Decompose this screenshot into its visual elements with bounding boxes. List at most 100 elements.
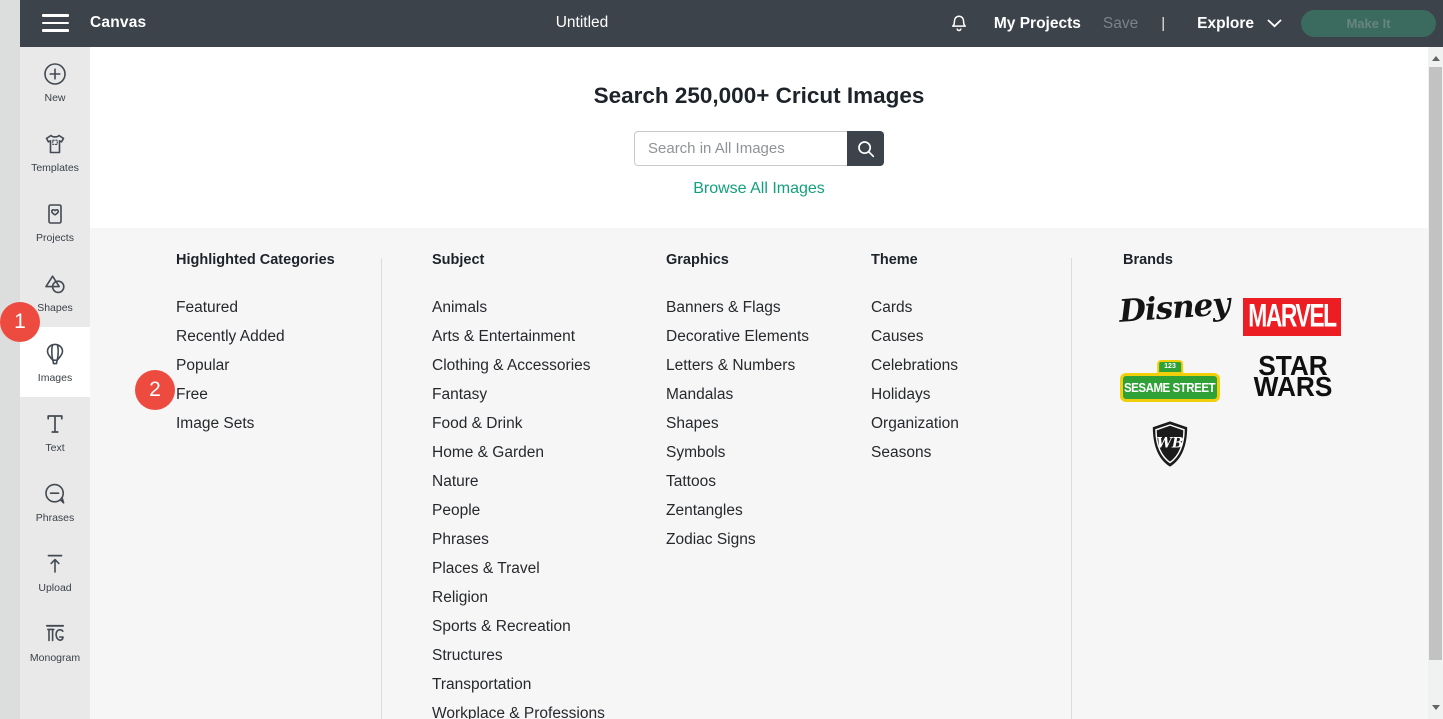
category-link-cards[interactable]: Cards (871, 293, 959, 322)
category-link-celebrations[interactable]: Celebrations (871, 351, 959, 380)
category-link-phrases[interactable]: Phrases (432, 525, 605, 554)
brand-warner-bros-logo[interactable]: WB (1151, 420, 1189, 473)
sidebar-item-label: Images (38, 372, 72, 384)
hot-air-balloon-icon (42, 341, 68, 367)
category-link-banners-flags[interactable]: Banners & Flags (666, 293, 809, 322)
sidebar-item-label: Monogram (30, 652, 80, 664)
brand-disney-logo[interactable]: Disney (1118, 286, 1231, 330)
search-input[interactable] (634, 131, 847, 166)
category-link-nature[interactable]: Nature (432, 467, 605, 496)
wb-monogram: WB (1157, 436, 1184, 452)
top-bar: Canvas Untitled My Projects Save | Explo… (20, 0, 1443, 47)
category-column-highlighted-categories: Highlighted Categories FeaturedRecently A… (176, 252, 335, 438)
category-link-recently-added[interactable]: Recently Added (176, 322, 335, 351)
category-link-home-garden[interactable]: Home & Garden (432, 438, 605, 467)
topbar-divider: | (1161, 15, 1165, 32)
make-it-button[interactable]: Make It (1301, 10, 1436, 37)
category-link-sports-recreation[interactable]: Sports & Recreation (432, 612, 605, 641)
category-column-theme: Theme CardsCausesCelebrationsHolidaysOrga… (871, 252, 959, 467)
scroll-down-arrow[interactable] (1432, 705, 1440, 710)
project-card-icon (42, 201, 68, 227)
category-link-places-travel[interactable]: Places & Travel (432, 554, 605, 583)
scroll-up-arrow[interactable] (1432, 56, 1440, 61)
search-button[interactable] (847, 131, 884, 166)
tshirt-icon (42, 131, 68, 157)
categories-panel: Highlighted Categories FeaturedRecently A… (90, 228, 1428, 719)
brand-sesame-street-logo[interactable]: 123 SESAME STREET (1120, 360, 1220, 402)
category-link-zentangles[interactable]: Zentangles (666, 496, 809, 525)
category-column-subject: Subject AnimalsArts & EntertainmentClothi… (432, 252, 605, 719)
browse-all-images-link[interactable]: Browse All Images (90, 180, 1428, 198)
category-link-mandalas[interactable]: Mandalas (666, 380, 809, 409)
sidebar-item-phrases[interactable]: Phrases (20, 467, 90, 537)
sidebar-item-upload[interactable]: Upload (20, 537, 90, 607)
sidebar-item-projects[interactable]: Projects (20, 187, 90, 257)
canvas-label: Canvas (90, 14, 146, 32)
category-link-image-sets[interactable]: Image Sets (176, 409, 335, 438)
notifications-bell-icon[interactable] (948, 13, 970, 35)
sidebar-item-label: New (44, 92, 65, 104)
category-link-seasons[interactable]: Seasons (871, 438, 959, 467)
category-link-transportation[interactable]: Transportation (432, 670, 605, 699)
upload-icon (42, 551, 68, 577)
sesame-topper: 123 (1157, 360, 1183, 374)
category-link-fantasy[interactable]: Fantasy (432, 380, 605, 409)
category-link-letters-numbers[interactable]: Letters & Numbers (666, 351, 809, 380)
annotation-step-1-badge: 1 (0, 302, 40, 342)
category-link-structures[interactable]: Structures (432, 641, 605, 670)
brand-marvel-logo[interactable]: MARVEL (1243, 298, 1341, 336)
brands-column: Brands Disney MARVEL 123 SESAME STREET S… (1123, 252, 1423, 293)
sidebar-item-label: Text (45, 442, 64, 454)
category-column-header: Graphics (666, 252, 809, 269)
search-icon (857, 140, 875, 158)
sidebar-item-text[interactable]: Text (20, 397, 90, 467)
chevron-down-icon (1267, 19, 1282, 28)
category-link-zodiac-signs[interactable]: Zodiac Signs (666, 525, 809, 554)
annotation-step-2-badge: 2 (135, 370, 175, 410)
category-link-featured[interactable]: Featured (176, 293, 335, 322)
vertical-scrollbar (1428, 47, 1443, 719)
marvel-wordmark: MARVEL (1248, 298, 1335, 336)
sidebar-item-label: Shapes (37, 302, 73, 314)
category-link-decorative-elements[interactable]: Decorative Elements (666, 322, 809, 351)
sidebar-item-label: Phrases (36, 512, 75, 524)
category-link-shapes[interactable]: Shapes (666, 409, 809, 438)
category-column-header: Subject (432, 252, 605, 269)
explore-label: Explore (1197, 15, 1254, 33)
category-link-religion[interactable]: Religion (432, 583, 605, 612)
category-link-free[interactable]: Free (176, 380, 335, 409)
sesame-wordmark: SESAME STREET (1124, 381, 1215, 395)
plus-circle-icon (42, 61, 68, 87)
category-link-holidays[interactable]: Holidays (871, 380, 959, 409)
category-link-organization[interactable]: Organization (871, 409, 959, 438)
my-projects-link[interactable]: My Projects (994, 15, 1081, 33)
scrollbar-thumb[interactable] (1429, 67, 1442, 660)
category-link-symbols[interactable]: Symbols (666, 438, 809, 467)
category-link-popular[interactable]: Popular (176, 351, 335, 380)
monogram-icon (42, 621, 68, 647)
explore-menu[interactable]: Explore (1197, 15, 1282, 33)
phrases-bubble-icon (42, 481, 68, 507)
shapes-icon (42, 271, 68, 297)
category-link-clothing-accessories[interactable]: Clothing & Accessories (432, 351, 605, 380)
sidebar-item-monogram[interactable]: Monogram (20, 607, 90, 677)
sidebar-item-new[interactable]: New (20, 47, 90, 117)
document-title[interactable]: Untitled (482, 14, 682, 32)
tool-sidebar: New TemplatesProjects Shapes Images Text Phra… (20, 47, 90, 719)
category-link-workplace-professions[interactable]: Workplace & Professions (432, 699, 605, 719)
category-link-tattoos[interactable]: Tattoos (666, 467, 809, 496)
save-button[interactable]: Save (1103, 15, 1138, 33)
category-column-graphics: Graphics Banners & FlagsDecorative Elemen… (666, 252, 809, 554)
sidebar-item-templates[interactable]: Templates (20, 117, 90, 187)
category-column-header: Highlighted Categories (176, 252, 335, 269)
category-link-animals[interactable]: Animals (432, 293, 605, 322)
page-title: Search 250,000+ Cricut Images (90, 47, 1428, 109)
category-link-people[interactable]: People (432, 496, 605, 525)
text-icon (42, 411, 68, 437)
category-link-arts-entertainment[interactable]: Arts & Entertainment (432, 322, 605, 351)
category-column-header: Theme (871, 252, 959, 269)
brand-star-wars-logo[interactable]: STAR WARS (1243, 356, 1343, 398)
category-link-causes[interactable]: Causes (871, 322, 959, 351)
hamburger-menu-icon[interactable] (42, 14, 69, 33)
category-link-food-drink[interactable]: Food & Drink (432, 409, 605, 438)
